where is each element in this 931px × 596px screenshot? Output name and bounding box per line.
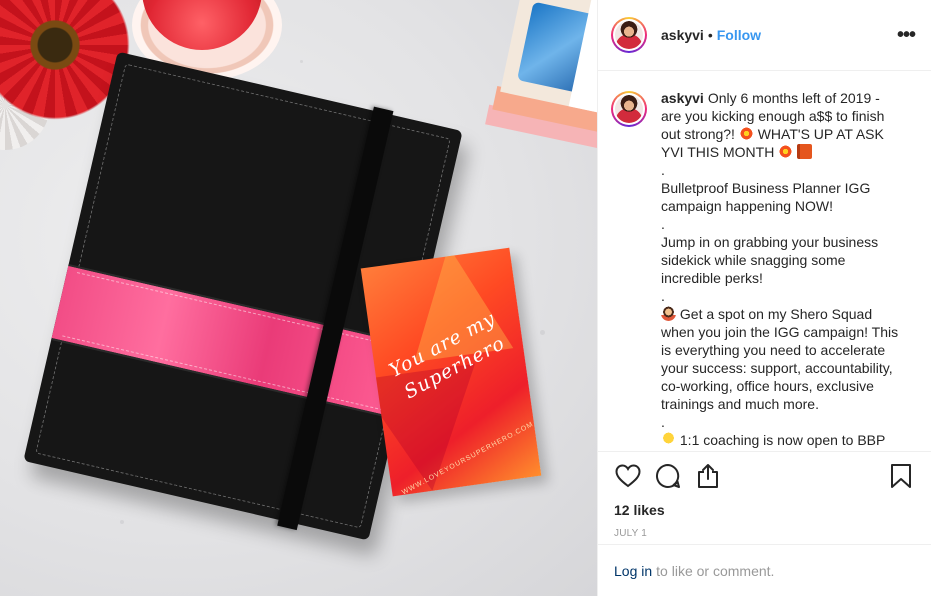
photo-speck xyxy=(300,60,303,63)
caption-line: Bulletproof Business Planner IGG campaig… xyxy=(661,180,875,214)
action-icons xyxy=(614,452,915,500)
caption-line: . xyxy=(661,414,665,430)
caption-username[interactable]: askyvi xyxy=(661,90,704,106)
more-options-icon[interactable]: ••• xyxy=(897,24,916,47)
post-header: askyvi • Follow ••• xyxy=(598,0,931,71)
book-stack xyxy=(477,0,597,192)
share-icon[interactable] xyxy=(694,462,722,490)
caption-line: . xyxy=(661,162,665,178)
heart-icon[interactable] xyxy=(614,462,642,490)
comment-icon[interactable] xyxy=(654,462,682,490)
caption-line: 1:1 coaching is now open to BBP xyxy=(679,432,886,448)
collision-emoji-icon xyxy=(738,126,754,141)
login-prompt: Log in to like or comment. xyxy=(598,544,931,596)
caption-line: Jump in on grabbing your business sideki… xyxy=(661,234,883,286)
login-link[interactable]: Log in xyxy=(614,563,652,579)
superhero-card: You are my Superhero WWW.LOVEYOURSUPERHE… xyxy=(360,247,542,497)
collision-emoji-icon xyxy=(778,144,794,159)
caption-line: . xyxy=(661,288,665,304)
header-username[interactable]: askyvi xyxy=(661,27,704,43)
photo-speck xyxy=(120,520,124,524)
bookmark-icon[interactable] xyxy=(887,462,915,490)
caption-avatar[interactable] xyxy=(611,91,647,127)
follow-button[interactable]: Follow xyxy=(717,27,761,43)
caption-area: askyvi Only 6 months left of 2019 - are y… xyxy=(598,71,931,450)
post-photo[interactable]: You are my Superhero WWW.LOVEYOURSUPERHE… xyxy=(0,0,597,596)
light-bulb-emoji-icon xyxy=(661,432,676,447)
instagram-post: You are my Superhero WWW.LOVEYOURSUPERHE… xyxy=(0,0,931,596)
photo-speck xyxy=(540,330,545,335)
caption-text: askyvi Only 6 months left of 2019 - are y… xyxy=(661,89,899,450)
orange-book-emoji-icon xyxy=(797,144,813,159)
header-separator: • xyxy=(707,27,713,43)
caption-line: Get a spot on my Shero Squad when you jo… xyxy=(661,306,902,412)
avatar[interactable] xyxy=(611,17,647,53)
login-prompt-text: to like or comment. xyxy=(656,562,775,579)
post-side-panel: askyvi • Follow ••• askyvi Only 6 months … xyxy=(597,0,931,596)
post-actions: 12 likes JULY 1 xyxy=(598,451,931,539)
caption-line: . xyxy=(661,216,665,232)
post-date[interactable]: JULY 1 xyxy=(614,528,915,539)
woman-technologist-emoji-icon xyxy=(661,306,676,321)
likes-count[interactable]: 12 likes xyxy=(614,502,915,518)
